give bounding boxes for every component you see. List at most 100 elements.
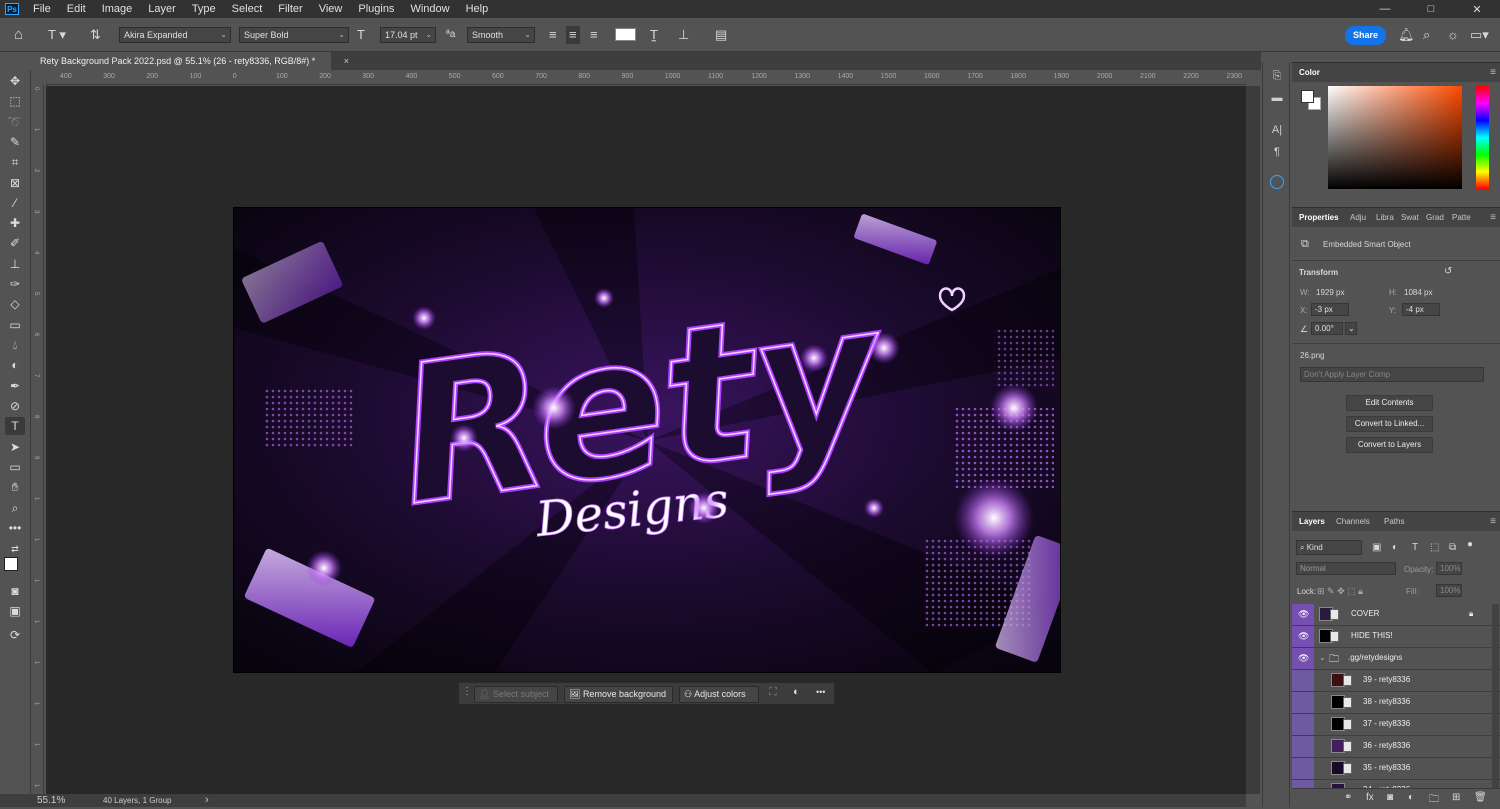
align-right-icon[interactable]: ≡ bbox=[590, 26, 598, 44]
fill-field[interactable]: 100% bbox=[1436, 584, 1462, 597]
color-panel-title[interactable]: Color bbox=[1299, 63, 1320, 83]
comments-panel-icon[interactable]: ▬ bbox=[1269, 90, 1285, 106]
brush-tool-icon[interactable]: ✐ bbox=[5, 234, 25, 252]
menu-help[interactable]: Help bbox=[458, 0, 497, 18]
swap-colors-icon[interactable]: ⇄ bbox=[5, 540, 25, 558]
menu-select[interactable]: Select bbox=[224, 0, 271, 18]
angle-field[interactable]: 0.00° bbox=[1311, 322, 1343, 335]
zoom-level[interactable]: 55.1% bbox=[37, 795, 65, 806]
align-left-icon[interactable]: ≡ bbox=[549, 26, 557, 44]
filter-pixel-icon[interactable]: ▣ bbox=[1372, 542, 1381, 553]
visibility-toggle[interactable]: 👁︎ bbox=[1292, 626, 1314, 647]
visibility-toggle[interactable]: 👁︎ bbox=[1292, 648, 1314, 669]
panel-menu-icon[interactable]: ≡ bbox=[1490, 212, 1496, 223]
convert-to-layers-button[interactable]: Convert to Layers bbox=[1346, 437, 1433, 453]
font-size-select[interactable]: 17.04 pt ⌄ bbox=[380, 27, 436, 43]
status-menu-arrow[interactable]: › bbox=[205, 794, 209, 806]
fx-icon[interactable]: fx bbox=[1366, 792, 1374, 803]
generative-panel-icon[interactable] bbox=[1270, 175, 1284, 189]
discover-icon[interactable]: ☼ bbox=[1447, 26, 1459, 44]
character-panel-icon[interactable]: A| bbox=[1269, 122, 1285, 138]
drag-handle-icon[interactable]: ⋮ bbox=[462, 686, 472, 697]
menu-plugins[interactable]: Plugins bbox=[350, 0, 402, 18]
paragraph-panel-icon[interactable]: ¶ bbox=[1269, 144, 1285, 160]
adjust-colors-button[interactable]: ⚇ Adjust colors bbox=[679, 686, 759, 703]
layer-row[interactable]: 37 - rety8336 bbox=[1292, 714, 1500, 736]
filter-smart-icon[interactable]: ⧉ bbox=[1449, 542, 1456, 553]
contrast-icon[interactable]: ◐ bbox=[793, 686, 800, 698]
path-tool-icon[interactable]: ⊘ bbox=[5, 397, 25, 415]
height-value[interactable]: 1084 px bbox=[1404, 288, 1432, 297]
filter-toggle-icon[interactable]: ● bbox=[1467, 539, 1473, 550]
filter-adjustment-icon[interactable]: ◐ bbox=[1392, 542, 1398, 553]
tab-adjustments[interactable]: Adju bbox=[1350, 208, 1366, 228]
artboard-image[interactable]: Rety Rety Designs bbox=[233, 207, 1061, 673]
visibility-toggle[interactable] bbox=[1292, 670, 1314, 691]
layer-row[interactable]: 36 - rety8336 bbox=[1292, 736, 1500, 758]
type-tool-preset-icon[interactable]: T ▾ bbox=[48, 26, 66, 44]
tab-properties[interactable]: Properties bbox=[1299, 208, 1339, 228]
move-tool-icon[interactable]: ✥ bbox=[5, 72, 25, 90]
filter-type-icon[interactable]: T bbox=[1412, 542, 1418, 553]
foreground-color-swatch[interactable] bbox=[4, 557, 18, 571]
chevron-down-icon[interactable]: ⌄ bbox=[1319, 653, 1326, 662]
pen-tool-icon[interactable]: ✒ bbox=[5, 377, 25, 395]
home-icon[interactable]: ⌂ bbox=[14, 26, 23, 44]
color-fg-swatch[interactable] bbox=[1301, 90, 1314, 103]
eyedropper-tool-icon[interactable]: ⁄ bbox=[5, 194, 25, 212]
lasso-tool-icon[interactable]: ➰ bbox=[5, 113, 25, 131]
x-field[interactable]: -3 px bbox=[1311, 303, 1349, 316]
close-window-button[interactable]: ✕ bbox=[1454, 0, 1500, 18]
add-mask-icon[interactable]: ◙ bbox=[1387, 792, 1393, 803]
visibility-toggle[interactable]: 👁︎ bbox=[1292, 604, 1314, 625]
3d-text-icon[interactable]: ⊥ bbox=[678, 26, 689, 44]
layer-row[interactable]: 👁︎ COVER 🔒︎ bbox=[1292, 604, 1500, 626]
layer-name[interactable]: 35 - rety8336 bbox=[1363, 763, 1410, 772]
new-group-icon[interactable]: 🗀︎ bbox=[1429, 792, 1439, 809]
menu-edit[interactable]: Edit bbox=[59, 0, 94, 18]
vertical-scrollbar[interactable] bbox=[1246, 86, 1260, 794]
character-panel-icon[interactable]: ▤ bbox=[715, 26, 727, 44]
more-tools-icon[interactable]: ••• bbox=[5, 519, 25, 537]
layer-row[interactable]: 38 - rety8336 bbox=[1292, 692, 1500, 714]
delete-layer-icon[interactable]: 🗑︎ bbox=[1474, 792, 1487, 803]
select-subject-button[interactable]: 👤︎ Select subject bbox=[474, 686, 558, 703]
link-layers-icon[interactable]: ⚭ bbox=[1344, 792, 1352, 803]
panel-menu-icon[interactable]: ≡ bbox=[1490, 516, 1496, 527]
tab-layers[interactable]: Layers bbox=[1299, 512, 1325, 532]
y-field[interactable]: -4 px bbox=[1402, 303, 1440, 316]
history-panel-icon[interactable]: ⎘ bbox=[1269, 68, 1285, 84]
new-layer-icon[interactable]: ⊞ bbox=[1452, 792, 1460, 803]
visibility-toggle[interactable] bbox=[1292, 714, 1314, 735]
adjustment-layer-icon[interactable]: ◐ bbox=[1408, 792, 1414, 803]
more-options-icon[interactable]: ••• bbox=[816, 687, 825, 697]
tab-paths[interactable]: Paths bbox=[1384, 512, 1404, 532]
search-icon[interactable]: ⌕ bbox=[1423, 26, 1430, 44]
opacity-field[interactable]: 100% bbox=[1436, 562, 1462, 575]
workspace-icon[interactable]: ▭▾ bbox=[1470, 26, 1489, 44]
visibility-toggle[interactable] bbox=[1292, 758, 1314, 779]
toggle-orientation-icon[interactable]: ⇅ bbox=[90, 26, 101, 44]
frame-tool-icon[interactable]: ⊠ bbox=[5, 174, 25, 192]
crop-tool-icon[interactable]: ⌗ bbox=[5, 153, 25, 171]
maximize-button[interactable]: □ bbox=[1408, 0, 1454, 18]
layer-group-row[interactable]: 👁︎ ⌄ 🗀︎ .gg/retydesigns bbox=[1292, 648, 1500, 670]
minimize-button[interactable]: — bbox=[1362, 0, 1408, 18]
layer-name[interactable]: COVER bbox=[1351, 609, 1379, 618]
text-color-swatch[interactable] bbox=[615, 28, 636, 41]
eraser-tool-icon[interactable]: ◇ bbox=[5, 295, 25, 313]
menu-image[interactable]: Image bbox=[94, 0, 141, 18]
generative-icon[interactable]: ⟳ bbox=[5, 626, 25, 644]
zoom-tool-icon[interactable]: ⌕ bbox=[5, 499, 25, 517]
tab-libraries[interactable]: Libra bbox=[1376, 208, 1394, 228]
quick-select-tool-icon[interactable]: ✎ bbox=[5, 133, 25, 151]
layer-name[interactable]: 36 - rety8336 bbox=[1363, 741, 1410, 750]
menu-layer[interactable]: Layer bbox=[140, 0, 184, 18]
marquee-tool-icon[interactable]: ⬚ bbox=[5, 92, 25, 110]
blur-tool-icon[interactable]: 💧︎ bbox=[5, 336, 25, 354]
font-style-select[interactable]: Super Bold ⌄ bbox=[239, 27, 349, 43]
close-tab-icon[interactable]: × bbox=[344, 52, 349, 70]
convert-to-linked-button[interactable]: Convert to Linked... bbox=[1346, 416, 1433, 432]
stamp-tool-icon[interactable]: ⊥ bbox=[5, 255, 25, 273]
share-button[interactable]: Share bbox=[1345, 26, 1386, 45]
